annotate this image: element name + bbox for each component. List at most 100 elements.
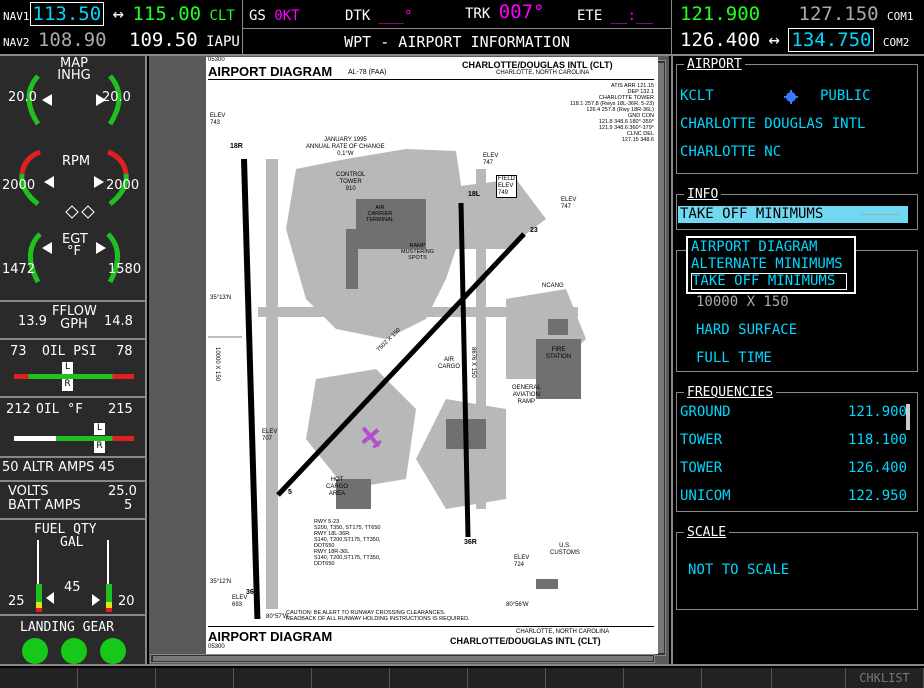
- com1-standby-freq[interactable]: 127.150: [799, 3, 879, 25]
- freq-name-unicom: UNICOM: [680, 488, 731, 504]
- terminal-line: TERMINAL: [366, 217, 394, 223]
- horizontal-scrollbar[interactable]: [150, 654, 655, 663]
- map-left-pointer: [42, 94, 52, 106]
- oilf-right-value: 215: [108, 402, 133, 417]
- runway-lighting: FULL TIME: [696, 350, 772, 366]
- airport-diagram-chart[interactable]: 05300 AIRPORT DIAGRAM AL-78 (FAA) CHARLO…: [206, 57, 658, 654]
- info-leader-line: [860, 214, 900, 215]
- softkey-10[interactable]: [702, 668, 772, 688]
- cargo-line: CARGO: [438, 364, 461, 370]
- hot-cargo-label: HOT CARGO AREA: [326, 477, 348, 498]
- oilf-label: OIL °F: [36, 402, 83, 417]
- softkey-7[interactable]: [468, 668, 546, 688]
- softkey-9[interactable]: [624, 668, 702, 688]
- chart-footer-title: AIRPORT DIAGRAM: [208, 629, 333, 644]
- gear-nose-indicator: [61, 638, 87, 664]
- chart-frequency-block: ATIS ARR 121.15 DEP 132.1 CHARLOTTE TOWER 1…: [506, 83, 654, 143]
- elev-747b-label: ELEV 747: [561, 197, 576, 211]
- nav1-swap-arrow[interactable]: ↔: [113, 3, 124, 25]
- ga-line: RAMP: [517, 399, 536, 405]
- fuel-right-pointer: [92, 594, 100, 606]
- egt-gauge-label: EGT °F: [62, 233, 88, 259]
- nav2-label: NAV2: [3, 36, 30, 49]
- runway-surface: HARD SURFACE: [696, 322, 798, 338]
- com2-swap-arrow[interactable]: ↔: [769, 29, 780, 51]
- runway-label-36r: 36R: [464, 539, 477, 546]
- com2-standby-freq[interactable]: 134.750: [788, 28, 875, 52]
- engine-indication-system: MAP INHG 20.0 20.0 RPM 2000 2000 EGT °F 14…: [0, 56, 147, 664]
- softkey-1[interactable]: [0, 668, 78, 688]
- chart-code-top: 05300: [208, 57, 225, 63]
- chart-rule: [208, 626, 654, 627]
- fire-station-label: FIRE STATION: [546, 347, 571, 361]
- oilpsi-right-marker: R: [62, 379, 73, 391]
- eis-divider: [0, 396, 147, 398]
- freq-value-unicom[interactable]: 122.950: [848, 488, 907, 504]
- menu-item-airport-diagram[interactable]: AIRPORT DIAGRAM: [691, 239, 851, 256]
- softkey-3[interactable]: [156, 668, 234, 688]
- menu-item-take-off-minimums[interactable]: TAKE OFF MINIMUMS: [691, 273, 847, 290]
- chart-footer-airport: CHARLOTTE/DOUGLAS INTL (CLT): [450, 636, 601, 646]
- egt-unit: °F: [67, 244, 81, 259]
- freq-value-tower[interactable]: 126.400: [848, 460, 907, 476]
- softkey-bar: CHKLIST: [0, 664, 924, 688]
- freq-name-tower: TOWER: [680, 432, 723, 448]
- altr-left-value: 50: [2, 460, 19, 475]
- nav1-label: NAV1: [3, 10, 30, 23]
- field-elev-line: FIELD: [498, 176, 516, 182]
- menu-item-alternate-minimums[interactable]: ALTERNATE MINIMUMS: [691, 256, 851, 273]
- magnetic-variation-note: JANUARY 1995 ANNUAL RATE OF CHANGE 0.1°W: [306, 137, 385, 158]
- oilpsi-label: OIL PSI: [42, 344, 97, 359]
- air-cargo-label: AIR CARGO: [438, 357, 460, 371]
- crossfield-taxiway: [258, 307, 578, 317]
- nav2-active-freq[interactable]: 108.90: [38, 29, 107, 51]
- oilpsi-left-value: 73: [10, 344, 27, 359]
- softkey-8[interactable]: [546, 668, 624, 688]
- eis-divider: [0, 300, 147, 302]
- softkey-5[interactable]: [312, 668, 390, 688]
- nav1-standby-freq[interactable]: 115.00: [132, 3, 201, 25]
- fuel-left-red-band: [36, 608, 42, 612]
- map-right-value: 20.0: [102, 90, 131, 105]
- softkey-4[interactable]: [234, 668, 312, 688]
- airport-name: CHARLOTTE DOUGLAS INTL: [680, 116, 866, 132]
- rpm-left-red-arc: [19, 149, 41, 175]
- hot-cargo-line: CARGO: [326, 484, 349, 490]
- scale-value: NOT TO SCALE: [688, 562, 790, 578]
- elev-line: 743: [210, 120, 221, 126]
- oilf-right-marker: R: [94, 441, 105, 453]
- nav2-standby-freq[interactable]: 109.50: [129, 29, 198, 51]
- terminal-label: AIR CARRIER TERMINAL: [366, 205, 394, 223]
- com2-active-freq[interactable]: 126.400: [680, 29, 760, 51]
- rpm-label: RPM: [62, 154, 91, 169]
- airport-type: PUBLIC: [820, 88, 871, 104]
- batt-amps-label: BATT AMPS: [8, 498, 81, 513]
- info-selected-value: TAKE OFF MINIMUMS: [680, 206, 824, 222]
- nav1-active-freq[interactable]: 113.50: [29, 2, 105, 26]
- fflow-left-value: 13.9: [18, 314, 47, 329]
- freq-value-ground[interactable]: 121.900: [848, 404, 907, 420]
- runway-label-23: 23: [530, 227, 538, 234]
- softkey-2[interactable]: [78, 668, 156, 688]
- public-airport-icon: [784, 90, 798, 104]
- elev-line: ELEV: [483, 153, 499, 159]
- fire-line: FIRE: [551, 347, 566, 353]
- frequency-list-scrollbar[interactable]: [906, 404, 910, 430]
- softkey-6[interactable]: [390, 668, 468, 688]
- ete-value: __:__: [610, 8, 653, 24]
- variation-line: JANUARY 1995: [323, 137, 367, 143]
- gs-value: 0KT: [274, 8, 300, 24]
- com1-label: COM1: [887, 10, 914, 23]
- batt-amps-value: 5: [124, 498, 133, 513]
- dtk-value: ___°: [378, 8, 413, 24]
- softkey-11[interactable]: [772, 668, 846, 688]
- softkey-checklist[interactable]: CHKLIST: [846, 668, 924, 688]
- runway-label-18r: 18R: [230, 143, 243, 150]
- elev-747-label: ELEV 747: [483, 153, 498, 167]
- freq-value-tower[interactable]: 118.100: [848, 432, 907, 448]
- egt-left-value: 1472: [2, 262, 36, 277]
- airport-ident[interactable]: KCLT: [680, 88, 714, 104]
- com1-active-freq[interactable]: 121.900: [680, 3, 760, 25]
- freq-line: 127.15 348.6: [621, 137, 654, 143]
- latitude-label-2: 35°12'N: [210, 579, 232, 585]
